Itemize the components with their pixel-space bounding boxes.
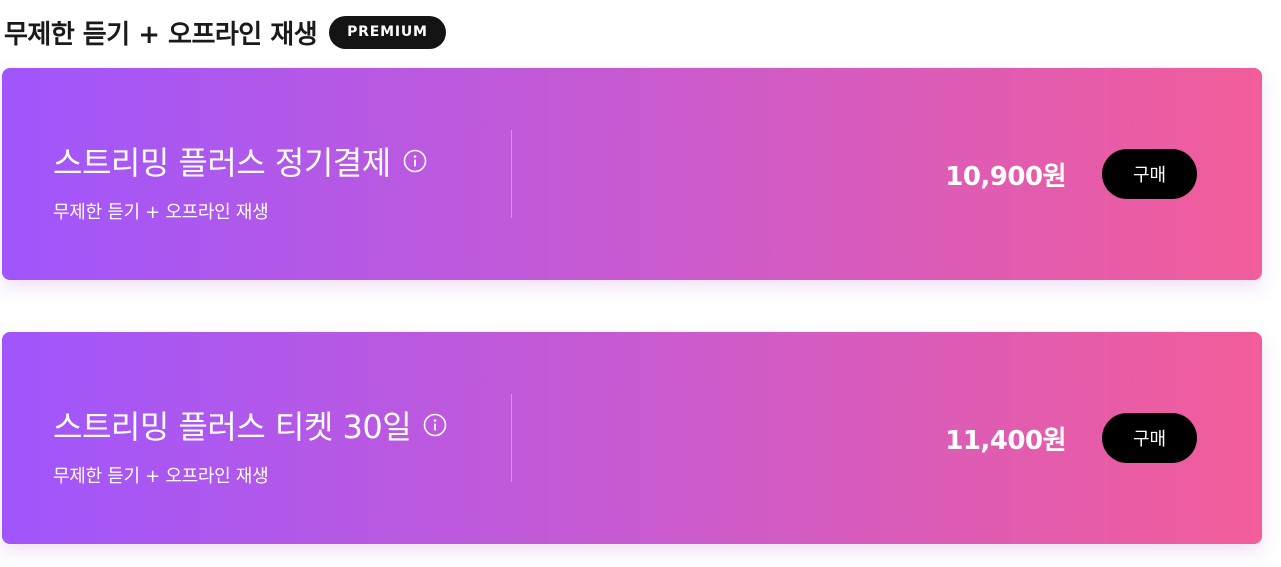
product-card-ticket: 스트리밍 플러스 티켓 30일 무제한 듣기 + 오프라인 재생 11,400원…: [2, 332, 1262, 544]
premium-badge: PREMIUM: [329, 15, 446, 49]
product-title: 스트리밍 플러스 티켓 30일: [53, 408, 412, 446]
product-info: 스트리밍 플러스 티켓 30일 무제한 듣기 + 오프라인 재생: [53, 402, 447, 488]
product-subtitle: 무제한 듣기 + 오프라인 재생: [53, 202, 269, 223]
product-title-row: 스트리밍 플러스 정기결제: [53, 138, 427, 184]
info-circle-icon[interactable]: [423, 413, 447, 437]
product-title: 스트리밍 플러스 정기결제: [53, 144, 391, 182]
buy-button[interactable]: 구매: [1102, 413, 1197, 463]
product-card-subscription: 스트리밍 플러스 정기결제 무제한 듣기 + 오프라인 재생 10,900원 구…: [2, 68, 1262, 280]
product-info: 스트리밍 플러스 정기결제 무제한 듣기 + 오프라인 재생: [53, 138, 427, 224]
product-price: 10,900원: [945, 162, 1066, 192]
product-subtitle: 무제한 듣기 + 오프라인 재생: [53, 466, 269, 487]
card-divider: [511, 394, 512, 482]
card-divider: [511, 130, 512, 218]
section-header: 무제한 듣기 + 오프라인 재생 PREMIUM: [4, 12, 446, 52]
buy-button[interactable]: 구매: [1102, 149, 1197, 199]
product-title-row: 스트리밍 플러스 티켓 30일: [53, 402, 447, 448]
info-circle-icon[interactable]: [403, 149, 427, 173]
product-price: 11,400원: [945, 426, 1066, 456]
section-title: 무제한 듣기 + 오프라인 재생: [4, 19, 318, 50]
